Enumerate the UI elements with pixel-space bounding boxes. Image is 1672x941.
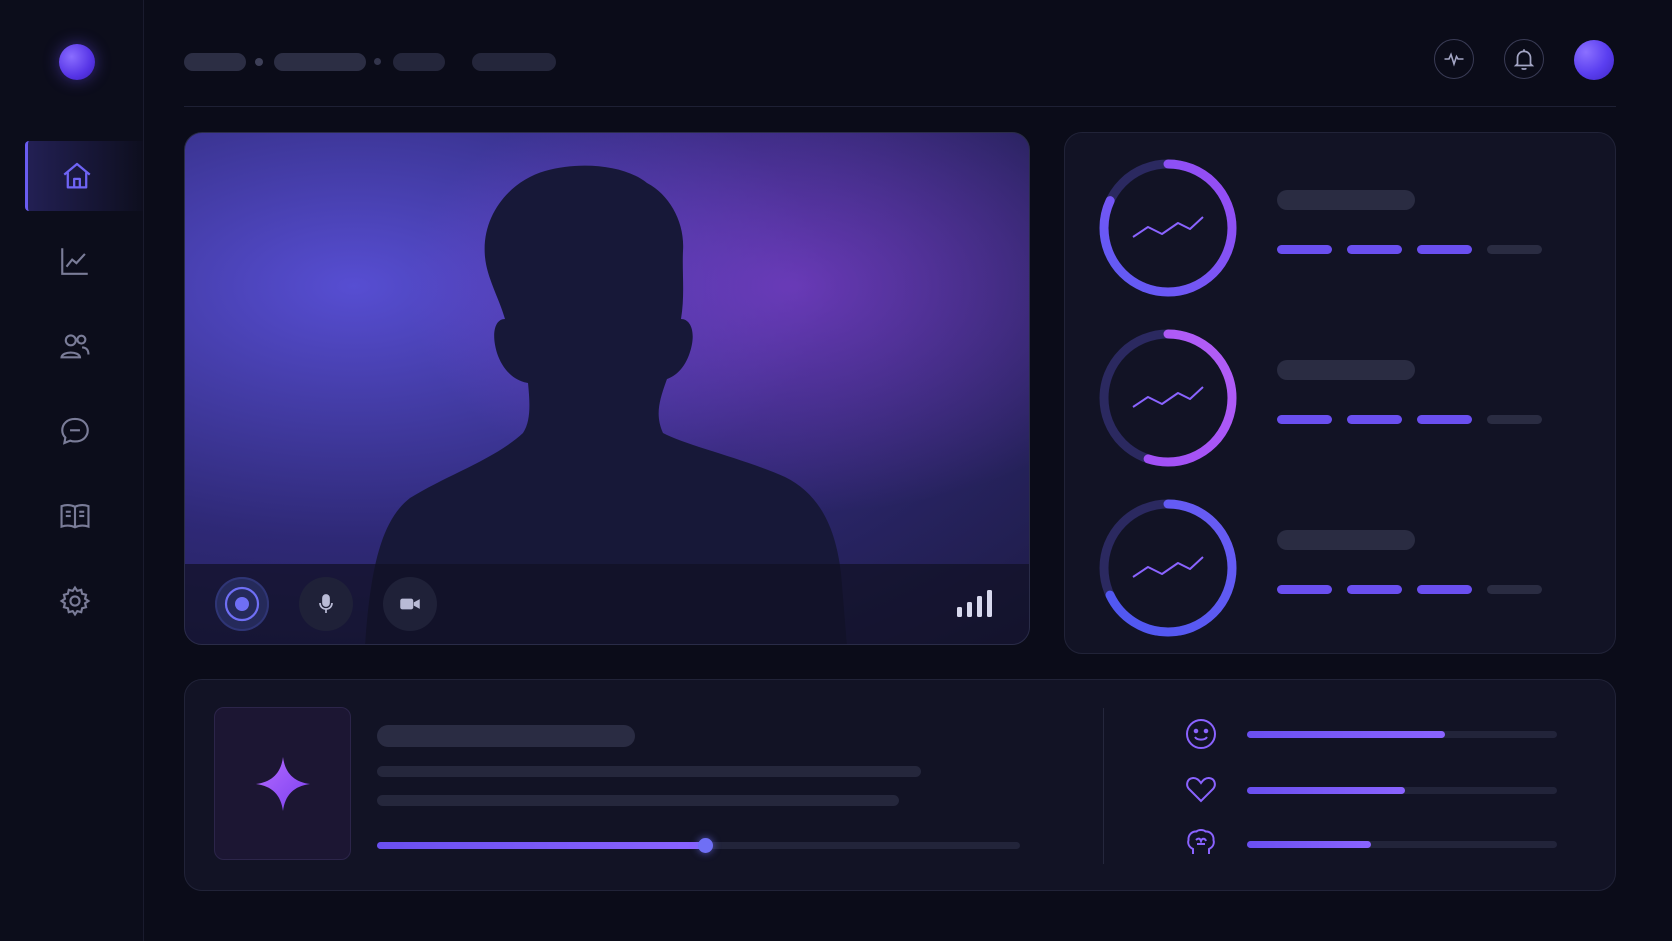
metric-dash — [1487, 245, 1542, 254]
breadcrumb-separator — [255, 58, 263, 66]
gear-icon — [59, 585, 91, 617]
microphone-icon — [319, 594, 333, 613]
trend-icon — [1132, 216, 1204, 238]
record-icon — [224, 586, 260, 622]
avatar[interactable] — [1574, 40, 1614, 80]
sidebar-item-users[interactable] — [25, 311, 143, 381]
metric-dash — [1347, 415, 1402, 424]
breadcrumb-separator — [374, 58, 381, 65]
metric-dash — [1347, 245, 1402, 254]
users-icon — [60, 334, 90, 359]
video-feed[interactable] — [184, 132, 1030, 645]
sidebar-item-library[interactable] — [25, 481, 143, 551]
metric-ring — [1099, 499, 1237, 637]
metric-title-placeholder — [1277, 530, 1415, 550]
bell-icon — [1513, 49, 1535, 70]
book-icon — [60, 504, 90, 529]
logo[interactable] — [59, 44, 95, 80]
emotion-track — [1247, 731, 1557, 738]
header-divider — [184, 106, 1616, 107]
sparkle-icon — [255, 756, 310, 811]
camera-button[interactable] — [383, 577, 437, 631]
microphone-button[interactable] — [299, 577, 353, 631]
emotion-track — [1247, 841, 1557, 848]
insight-text-line — [377, 766, 921, 777]
emotion-fill — [1247, 841, 1371, 848]
metric-dash — [1277, 585, 1332, 594]
line-chart-icon — [61, 248, 88, 275]
metric-title-placeholder — [1277, 190, 1415, 210]
metric-dash — [1417, 585, 1472, 594]
breadcrumb-item[interactable] — [184, 53, 246, 71]
metric-title-placeholder — [1277, 360, 1415, 380]
sidebar-item-home[interactable] — [25, 141, 143, 211]
metric-ring — [1099, 159, 1237, 297]
video-controls — [185, 564, 1029, 644]
insight-title-placeholder — [377, 725, 635, 747]
chat-icon — [61, 417, 89, 445]
record-button[interactable] — [215, 577, 269, 631]
metric-dash — [1487, 415, 1542, 424]
metric-dash — [1417, 415, 1472, 424]
notifications-button[interactable] — [1504, 39, 1544, 79]
trend-icon — [1132, 386, 1204, 408]
smile-icon — [1186, 719, 1216, 749]
home-icon — [63, 162, 90, 189]
emotion-fill — [1247, 731, 1446, 738]
metric-dash — [1277, 415, 1332, 424]
brain-icon — [1187, 829, 1215, 854]
insight-progress-fill — [377, 842, 705, 849]
panel-divider — [1103, 708, 1104, 864]
emotion-fill — [1247, 787, 1406, 794]
sparkle-card[interactable] — [214, 707, 351, 860]
sidebar-item-messages[interactable] — [25, 396, 143, 466]
metric-dash — [1347, 585, 1402, 594]
insight-progress-knob[interactable] — [697, 838, 713, 853]
breadcrumb-item[interactable] — [393, 53, 445, 71]
video-camera-icon — [400, 598, 420, 610]
metrics-panel — [1064, 132, 1616, 654]
sidebar — [0, 0, 144, 941]
activity-icon — [1444, 52, 1464, 67]
activity-button[interactable] — [1434, 39, 1474, 79]
metric-dash — [1487, 585, 1542, 594]
breadcrumb-item[interactable] — [472, 53, 556, 71]
emotion-track — [1247, 787, 1557, 794]
metric-dash — [1417, 245, 1472, 254]
insight-text-line — [377, 795, 899, 806]
trend-icon — [1132, 556, 1204, 578]
metric-dash — [1277, 245, 1332, 254]
metric-ring — [1099, 329, 1237, 467]
signal-strength-icon — [957, 590, 992, 617]
insight-panel — [184, 679, 1616, 891]
breadcrumb-item[interactable] — [274, 53, 366, 71]
heart-icon — [1186, 776, 1216, 803]
sidebar-item-analytics[interactable] — [25, 226, 143, 296]
sidebar-item-settings[interactable] — [25, 566, 143, 636]
insight-progress-track[interactable] — [377, 838, 1020, 853]
